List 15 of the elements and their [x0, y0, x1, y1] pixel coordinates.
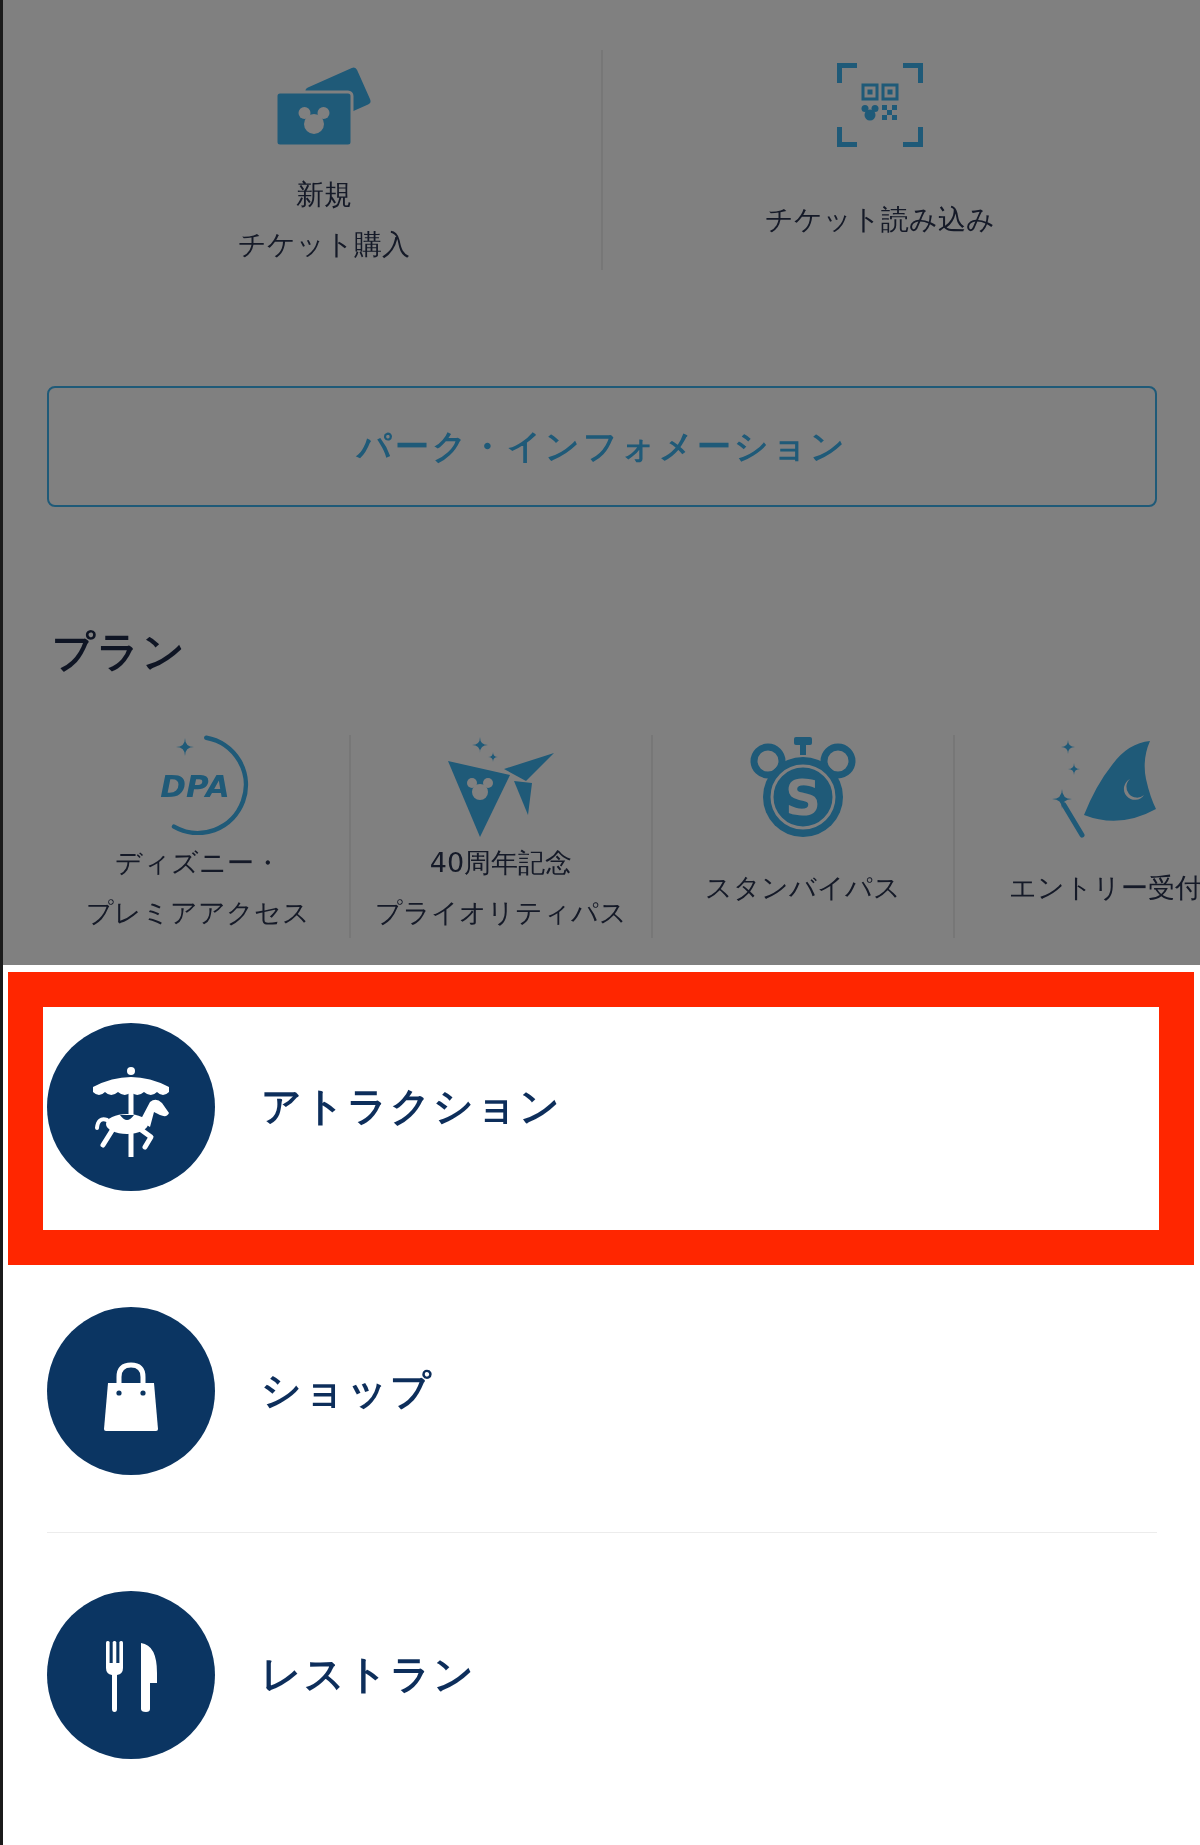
- fork-knife-icon: [47, 1590, 215, 1759]
- shopping-bag-icon: [47, 1306, 215, 1475]
- section-title: プラン: [52, 627, 187, 677]
- qr-scan-icon: [837, 63, 923, 147]
- category-item[interactable]: ショップ: [3, 1249, 1200, 1532]
- plan-menu-item[interactable]: DPA ディズニー・ プレミアアクセス: [47, 735, 349, 938]
- ticket-menu-item[interactable]: 新規 チケット購入: [47, 50, 601, 270]
- ticket-menu-item[interactable]: チケット読み込み: [601, 50, 1157, 270]
- plan-menu-item[interactable]: 40周年記念 プライオリティパス: [349, 735, 651, 938]
- plan-menu-item[interactable]: エントリー受付: [953, 735, 1200, 938]
- category-item[interactable]: レストラン: [3, 1533, 1200, 1816]
- category-item[interactable]: アトラクション: [3, 965, 1200, 1248]
- plan-menu-item[interactable]: S スタンバイパス: [651, 735, 953, 938]
- dpa-logo: DPA: [143, 735, 253, 835]
- carousel-horse-icon: [47, 1022, 215, 1191]
